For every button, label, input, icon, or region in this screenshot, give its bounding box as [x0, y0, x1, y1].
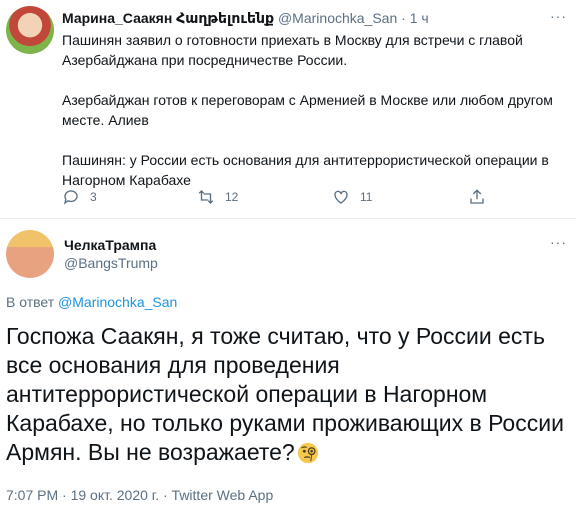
tweet-paragraph: Пашинян: у России есть основания для ант…: [62, 152, 549, 188]
reply-prefix: В ответ: [6, 294, 55, 310]
tweet-time[interactable]: 1 ч: [410, 10, 429, 26]
tweet-header: Марина_Саакян Հաղթելուենք @Marinochka_Sa…: [62, 10, 429, 27]
more-options-icon[interactable]: ···: [550, 8, 567, 24]
separator: ·: [401, 10, 406, 26]
share-button[interactable]: [468, 188, 486, 206]
avatar[interactable]: [6, 6, 54, 54]
face-with-monocle-icon: [297, 442, 318, 464]
more-options-icon[interactable]: ···: [550, 234, 567, 250]
tweet-paragraph: Азербайджан готов к переговорам с Армени…: [62, 92, 553, 128]
separator: ·: [62, 487, 67, 503]
retweet-button[interactable]: 12: [197, 188, 238, 206]
author-name[interactable]: ЧелкаТрампа: [64, 237, 156, 253]
heart-icon: [334, 190, 348, 204]
separator: ·: [162, 487, 168, 503]
avatar[interactable]: [6, 230, 54, 278]
like-button[interactable]: 11: [332, 188, 372, 206]
tweet-source[interactable]: Twitter Web App: [172, 487, 274, 503]
tweet-actions: 3 12 11: [62, 188, 502, 210]
tweet-text: Пашинян заявил о готовности приехать в М…: [62, 30, 567, 210]
reply-icon: [63, 190, 78, 205]
share-icon: [470, 189, 484, 204]
tweet-text: Госпожа Саакян, я тоже считаю, что у Рос…: [6, 322, 572, 467]
tweet-paragraph: Пашинян заявил о готовности приехать в М…: [62, 32, 523, 68]
reply-button[interactable]: 3: [62, 188, 97, 206]
author-name[interactable]: Марина_Саакян Հաղթելուենք: [62, 10, 274, 26]
author-handle[interactable]: @BangsTrump: [64, 255, 158, 271]
retweet-icon: [198, 190, 214, 204]
tweet-date[interactable]: 19 окт. 2020 г.: [71, 487, 160, 503]
tweet-body: Госпожа Саакян, я тоже считаю, что у Рос…: [6, 323, 564, 465]
reply-count: 3: [90, 190, 97, 204]
author-handle[interactable]: @Marinochka_San: [278, 10, 397, 26]
tweet-time[interactable]: 7:07 PM: [6, 487, 58, 503]
like-count: 11: [360, 190, 373, 204]
tweet-meta: 7:07 PM · 19 окт. 2020 г. · Twitter Web …: [6, 487, 273, 503]
tweet-original: Марина_Саакян Հաղթելուենք @Marinochka_Sa…: [0, 0, 576, 215]
reply-to-link[interactable]: @Marinochka_San: [58, 294, 177, 310]
retweet-count: 12: [225, 190, 239, 204]
divider: [0, 218, 576, 219]
reply-context: В ответ @Marinochka_San: [6, 294, 177, 310]
